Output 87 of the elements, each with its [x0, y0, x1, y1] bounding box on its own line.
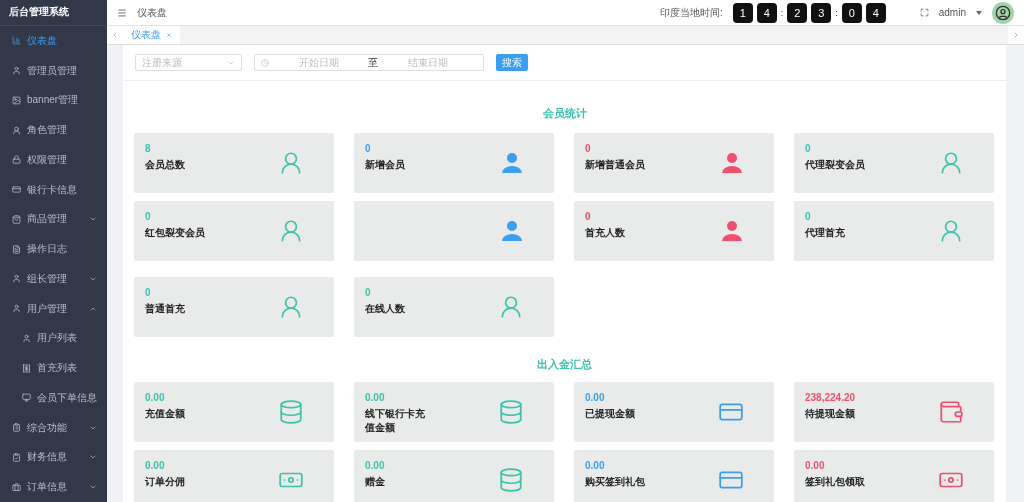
- sidebar-item[interactable]: 会员下单信息: [0, 382, 107, 413]
- stat-value: 0: [585, 211, 592, 223]
- stat-label: 线下银行卡充值金额: [365, 407, 426, 435]
- sidebar-icon: [12, 125, 21, 135]
- sidebar-item[interactable]: 管理员管理: [0, 55, 107, 86]
- sidebar-item[interactable]: 组长管理: [0, 263, 107, 294]
- clock-digit: 1: [732, 2, 753, 23]
- sidebar-item[interactable]: 订单信息: [0, 472, 107, 502]
- stat-label: 红包裂变会员: [145, 226, 206, 240]
- stat-label: 待提现金额: [805, 407, 856, 421]
- clock-digit: 2: [787, 2, 808, 23]
- sidebar-icon: [12, 155, 21, 165]
- sidebar-item[interactable]: 用户管理: [0, 293, 107, 324]
- clock-colon: :: [835, 7, 838, 18]
- sidebar-icon: [22, 363, 31, 373]
- stat-label: 订单分佣: [145, 475, 186, 489]
- stat-value: 0.00: [145, 392, 166, 404]
- chevron-left-icon: [111, 31, 119, 39]
- stat-label: 新增普通会员: [585, 158, 646, 172]
- user-menu[interactable]: admin: [938, 7, 966, 18]
- stat-label: 代理首充: [805, 226, 846, 240]
- stat-label: 在线人数: [365, 302, 406, 316]
- chevron-right-icon: [1012, 31, 1020, 39]
- sidebar-icon: [12, 66, 21, 76]
- sidebar-item[interactable]: 商品管理: [0, 204, 107, 235]
- sidebar-icon: [12, 95, 21, 105]
- sidebar-item[interactable]: 操作日志: [0, 234, 107, 264]
- stat-label: 会员总数: [145, 158, 186, 172]
- clock-digit: 4: [756, 2, 777, 23]
- sidebar-icon: [12, 452, 21, 462]
- stat-label: 代理裂变会员: [805, 158, 866, 172]
- sidebar-icon: [12, 214, 21, 224]
- sidebar-item[interactable]: 财务信息: [0, 442, 107, 473]
- stat-label: 首充人数: [585, 226, 626, 240]
- stat-value: 238,224.20: [805, 392, 857, 404]
- stat-label: 已提现金额: [585, 407, 636, 421]
- clock-digit: 3: [811, 2, 832, 23]
- close-icon[interactable]: [166, 32, 172, 38]
- clock-label: 印度当地时间:: [659, 5, 723, 20]
- sidebar-icon: [12, 36, 21, 46]
- breadcrumb: 仪表盘: [137, 5, 167, 20]
- avatar[interactable]: [992, 1, 1014, 24]
- stat-value: 8: [145, 143, 152, 155]
- stat-value: 0: [805, 143, 812, 155]
- caret-icon[interactable]: [976, 10, 982, 15]
- stat-label: 签到礼包领取: [805, 475, 866, 489]
- sidebar-item[interactable]: 仪表盘: [0, 25, 107, 56]
- menu-icon[interactable]: [117, 7, 127, 18]
- sidebar-item[interactable]: 首充列表: [0, 353, 107, 383]
- sidebar-item[interactable]: 用户列表: [0, 323, 107, 354]
- sidebar-icon: [22, 333, 31, 343]
- sidebar-icon: [12, 304, 21, 314]
- stat-label: 赠金: [365, 475, 386, 489]
- stat-label: 新增会员: [365, 158, 406, 172]
- stat-value: 0.00: [145, 460, 166, 472]
- stat-value: 0: [365, 143, 372, 155]
- stat-value: 0.00: [585, 392, 606, 404]
- fullscreen-icon[interactable]: [919, 8, 929, 17]
- sidebar-icon: [12, 274, 21, 284]
- sidebar-item[interactable]: banner管理: [0, 85, 107, 116]
- stat-label: 充值金额: [145, 407, 186, 421]
- sidebar-icon: [12, 423, 21, 433]
- clock-colon: :: [780, 7, 784, 18]
- sidebar-item[interactable]: 银行卡信息: [0, 174, 107, 205]
- sidebar-icon: [12, 244, 21, 254]
- sidebar-icon: [12, 185, 21, 195]
- stat-label: 普通首充: [145, 302, 186, 316]
- section-title: 出入金汇总: [536, 357, 593, 372]
- stat-label: 购买签到礼包: [585, 475, 646, 489]
- clock-digit: 4: [865, 2, 886, 23]
- section-title: 会员统计: [541, 106, 588, 121]
- stat-value: 0.00: [365, 392, 386, 404]
- sidebar-item[interactable]: 综合功能: [0, 412, 107, 443]
- sidebar-item[interactable]: 角色管理: [0, 115, 107, 145]
- sidebar-icon: [12, 482, 21, 492]
- sidebar-icon: [22, 393, 31, 403]
- stat-value: 0.00: [365, 460, 386, 472]
- clock-digit: 0: [841, 2, 862, 23]
- stat-value: 0: [365, 287, 372, 299]
- stat-value: 0: [805, 211, 812, 223]
- clock-icon: [261, 58, 269, 67]
- stat-value: 0: [145, 287, 152, 299]
- stat-value: 0: [585, 143, 592, 155]
- sidebar-item[interactable]: 权限管理: [0, 144, 107, 175]
- stat-value: 0: [145, 211, 152, 223]
- stat-value: 0.00: [805, 460, 826, 472]
- stat-value: 0.00: [585, 460, 606, 472]
